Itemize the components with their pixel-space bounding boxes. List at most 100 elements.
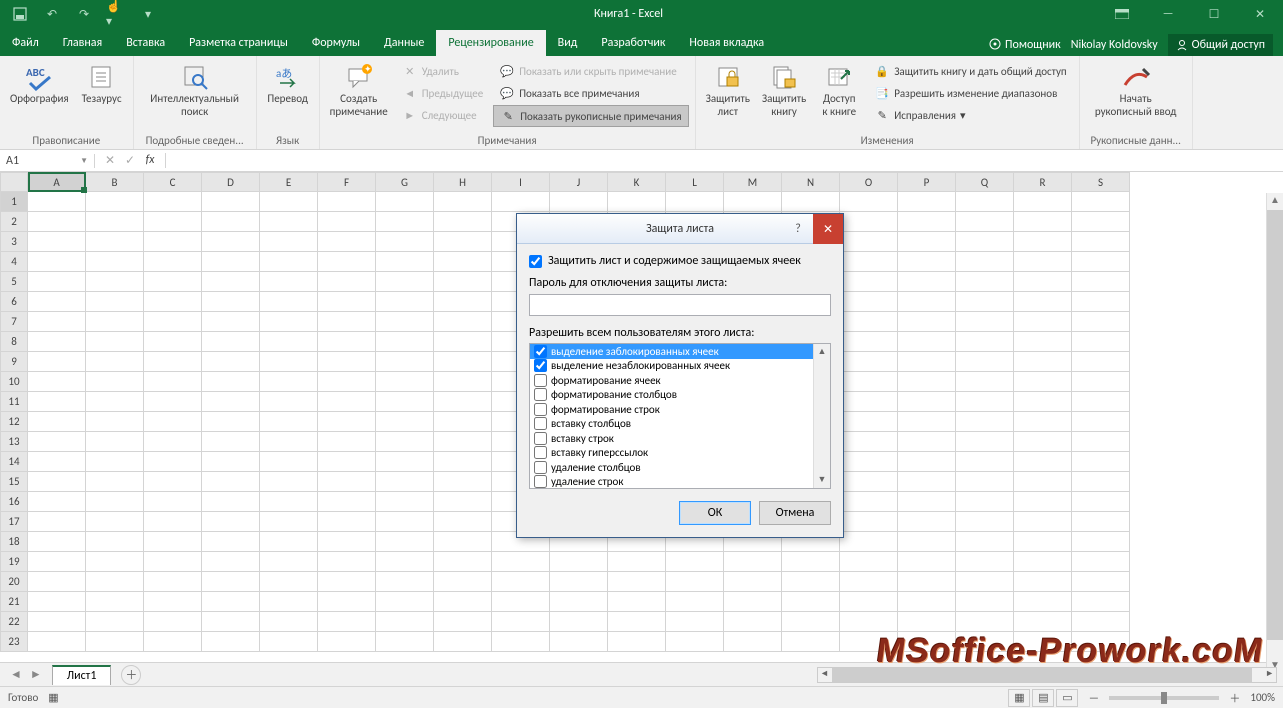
cell[interactable] xyxy=(898,372,956,392)
cell[interactable] xyxy=(260,532,318,552)
cell[interactable] xyxy=(260,272,318,292)
cell[interactable] xyxy=(202,332,260,352)
row-header[interactable]: 6 xyxy=(0,292,28,312)
sheet-tab-1[interactable]: Лист1 xyxy=(52,665,112,685)
cell[interactable] xyxy=(86,552,144,572)
cell[interactable] xyxy=(956,352,1014,372)
cell[interactable] xyxy=(260,292,318,312)
cell[interactable] xyxy=(202,192,260,212)
cell[interactable] xyxy=(1014,352,1072,372)
row-header[interactable]: 18 xyxy=(0,532,28,552)
cell[interactable] xyxy=(434,192,492,212)
cell[interactable] xyxy=(202,452,260,472)
cell[interactable] xyxy=(492,572,550,592)
maximize-icon[interactable]: ☐ xyxy=(1191,0,1237,28)
cell[interactable] xyxy=(840,392,898,412)
cell[interactable] xyxy=(840,292,898,312)
cell[interactable] xyxy=(260,212,318,232)
cell[interactable] xyxy=(376,352,434,372)
cell[interactable] xyxy=(724,592,782,612)
cell[interactable] xyxy=(840,572,898,592)
cell[interactable] xyxy=(840,232,898,252)
cell[interactable] xyxy=(144,472,202,492)
column-header[interactable]: S xyxy=(1072,172,1130,192)
share-workbook-button[interactable]: Доступ к книге xyxy=(814,59,864,120)
cell[interactable] xyxy=(550,592,608,612)
cell[interactable] xyxy=(1014,232,1072,252)
protect-share-button[interactable]: 🔒Защитить книгу и дать общий доступ xyxy=(868,61,1072,81)
cell[interactable] xyxy=(1072,472,1130,492)
cell[interactable] xyxy=(318,352,376,372)
row-header[interactable]: 5 xyxy=(0,272,28,292)
cell[interactable] xyxy=(260,592,318,612)
cell[interactable] xyxy=(898,492,956,512)
cell[interactable] xyxy=(28,212,86,232)
row-header[interactable]: 9 xyxy=(0,352,28,372)
permission-item[interactable]: вставку строк xyxy=(530,431,813,446)
cell[interactable] xyxy=(898,472,956,492)
permission-item[interactable]: форматирование строк xyxy=(530,402,813,417)
cell[interactable] xyxy=(434,632,492,652)
permission-item[interactable]: выделение заблокированных ячеек xyxy=(530,344,813,359)
cell[interactable] xyxy=(956,312,1014,332)
tell-me[interactable]: Помощник xyxy=(989,38,1061,52)
cell[interactable] xyxy=(260,412,318,432)
cell[interactable] xyxy=(376,512,434,532)
prev-comment-button[interactable]: ◄Предыдущее xyxy=(396,83,490,103)
cell[interactable] xyxy=(202,472,260,492)
cell[interactable] xyxy=(86,532,144,552)
ribbon-options-icon[interactable] xyxy=(1099,0,1145,28)
cell[interactable] xyxy=(318,332,376,352)
cell[interactable] xyxy=(898,572,956,592)
share-button[interactable]: Общий доступ xyxy=(1168,34,1273,56)
column-header[interactable]: F xyxy=(318,172,376,192)
cell[interactable] xyxy=(318,292,376,312)
cell[interactable] xyxy=(1072,452,1130,472)
cell[interactable] xyxy=(1072,592,1130,612)
cancel-formula-icon[interactable]: ✕ xyxy=(103,153,117,168)
cell[interactable] xyxy=(782,192,840,212)
cell[interactable] xyxy=(202,272,260,292)
cell[interactable] xyxy=(782,612,840,632)
cell[interactable] xyxy=(1014,472,1072,492)
cell[interactable] xyxy=(202,252,260,272)
cell[interactable] xyxy=(260,432,318,452)
cell[interactable] xyxy=(840,192,898,212)
cell[interactable] xyxy=(318,612,376,632)
cell[interactable] xyxy=(318,572,376,592)
cell[interactable] xyxy=(376,572,434,592)
cell[interactable] xyxy=(144,192,202,212)
row-header[interactable]: 8 xyxy=(0,332,28,352)
cell[interactable] xyxy=(434,532,492,552)
cell[interactable] xyxy=(144,492,202,512)
cell[interactable] xyxy=(840,532,898,552)
cell[interactable] xyxy=(144,212,202,232)
minimize-icon[interactable]: — xyxy=(1145,0,1191,28)
row-header[interactable]: 21 xyxy=(0,592,28,612)
cell[interactable] xyxy=(318,512,376,532)
tab-review[interactable]: Рецензирование xyxy=(436,30,545,56)
cell[interactable] xyxy=(666,632,724,652)
dialog-help-icon[interactable]: ? xyxy=(783,214,813,244)
cell[interactable] xyxy=(1014,292,1072,312)
cell[interactable] xyxy=(1014,532,1072,552)
row-header[interactable]: 22 xyxy=(0,612,28,632)
cell[interactable] xyxy=(492,632,550,652)
cell[interactable] xyxy=(376,252,434,272)
show-hide-comment-button[interactable]: 💬Показать или скрыть примечание xyxy=(493,61,688,81)
cell[interactable] xyxy=(1072,212,1130,232)
cell[interactable] xyxy=(28,352,86,372)
cell[interactable] xyxy=(434,552,492,572)
cell[interactable] xyxy=(898,612,956,632)
cell[interactable] xyxy=(434,412,492,432)
column-header[interactable]: P xyxy=(898,172,956,192)
cell[interactable] xyxy=(144,392,202,412)
cell[interactable] xyxy=(898,432,956,452)
cell[interactable] xyxy=(608,612,666,632)
column-header[interactable]: K xyxy=(608,172,666,192)
zoom-out-icon[interactable]: － xyxy=(1088,690,1099,706)
next-comment-button[interactable]: ►Следующее xyxy=(396,105,490,125)
cell[interactable] xyxy=(318,452,376,472)
cell[interactable] xyxy=(1014,512,1072,532)
cell[interactable] xyxy=(376,292,434,312)
